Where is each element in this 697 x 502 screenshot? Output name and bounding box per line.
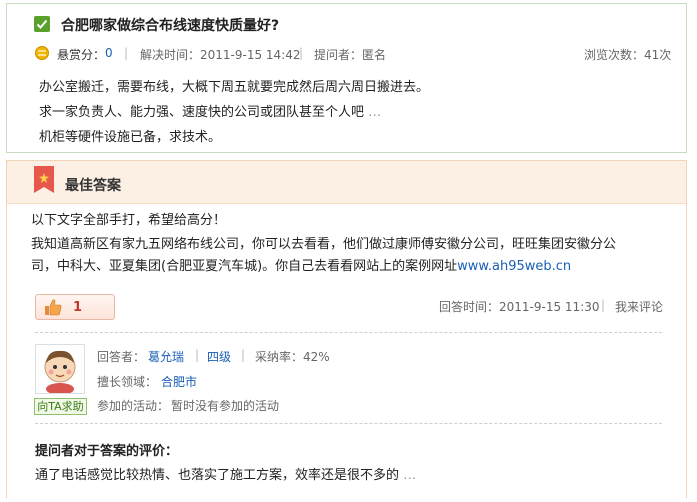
question-panel: 合肥哪家做综合布线速度快质量好? 悬赏分： 0 | 解决时间：2011-9-15… [6, 3, 687, 153]
more-ellipsis[interactable]: … [403, 468, 416, 483]
evaluation-title: 提问者对于答案的评价： [35, 444, 179, 459]
meta-separator: | [601, 298, 606, 312]
like-count: 1 [73, 300, 83, 315]
answerer-name[interactable]: 葛允瑞 [148, 348, 184, 365]
meta-separator: | [299, 46, 304, 60]
answer-body-text: 司，中科大、亚夏集团(合肥亚夏汽车城)。你自己去看看网站上的案例网址 [31, 259, 458, 274]
best-answer-panel: 最佳答案 以下文字全部手打，希望给高分！ 我知道高新区有家九五网络布线公司，你可… [6, 160, 687, 498]
best-answer-label: 最佳答案 [65, 178, 121, 194]
reward-label: 悬赏分： [57, 48, 106, 62]
answerer-label: 回答者： [97, 350, 146, 364]
answer-time: 回答时间：2011-9-15 11:30 [439, 300, 600, 314]
reward-value: 0 [105, 46, 113, 60]
adopt-rate: 采纳率：42% [255, 350, 330, 364]
ribbon-icon [34, 166, 54, 193]
website-link[interactable]: www.ah95web.cn [457, 259, 571, 274]
check-icon [34, 16, 50, 32]
thumbs-up-icon [45, 299, 62, 316]
expertise-value[interactable]: 合肥市 [161, 373, 197, 390]
answer-body-line: 以下文字全部手打，希望给高分！ [31, 213, 227, 228]
expertise-label: 擅长领域： [97, 375, 158, 389]
question-body-line: 机柜等硬件设施已备，求技术。 [39, 130, 222, 145]
best-answer-header: 最佳答案 [7, 161, 686, 204]
view-count: 浏览次数：41次 [584, 48, 672, 62]
meta-separator: | [124, 46, 129, 60]
answerer-level[interactable]: 四级 [207, 348, 231, 365]
comment-link[interactable]: 我来评论 [615, 298, 663, 315]
activity-value: 暂时没有参加的活动 [171, 399, 280, 413]
evaluation-body: 通了电话感觉比较热情、也落实了施工方案，效率还是很不多的 [35, 468, 400, 483]
avatar[interactable] [35, 344, 85, 395]
meta-separator: | [241, 348, 246, 362]
ask-for-help-button[interactable]: 向TA求助 [34, 398, 87, 415]
solved-time: 解决时间：2011-9-15 14:42 [140, 48, 301, 62]
divider [35, 423, 662, 424]
question-body-line: 求一家负责人、能力强、速度快的公司或团队甚至个人吧 … [39, 101, 381, 120]
question-body-line: 办公室搬迁，需要布线，大概下周五就要完成然后周六周日搬进去。 [39, 80, 430, 95]
divider [35, 332, 662, 333]
asker: 提问者：匿名 [314, 48, 387, 62]
question-body-text: 求一家负责人、能力强、速度快的公司或团队甚至个人吧 [39, 105, 365, 120]
question-title: 合肥哪家做综合布线速度快质量好? [61, 18, 280, 34]
coin-icon [35, 46, 49, 60]
meta-separator: | [195, 348, 200, 362]
answer-body-line: 司，中科大、亚夏集团(合肥亚夏汽车城)。你自己去看看网站上的案例网址www.ah… [31, 255, 571, 274]
more-ellipsis[interactable]: … [368, 105, 381, 120]
activity-label: 参加的活动： [97, 399, 170, 413]
answer-body-line: 我知道高新区有家九五网络布线公司，你可以去看看，他们做过康师傅安徽分公司，旺旺集… [31, 237, 617, 252]
evaluation-text: 通了电话感觉比较热情、也落实了施工方案，效率还是很不多的 … [35, 464, 416, 483]
like-button[interactable]: 1 [35, 294, 115, 320]
